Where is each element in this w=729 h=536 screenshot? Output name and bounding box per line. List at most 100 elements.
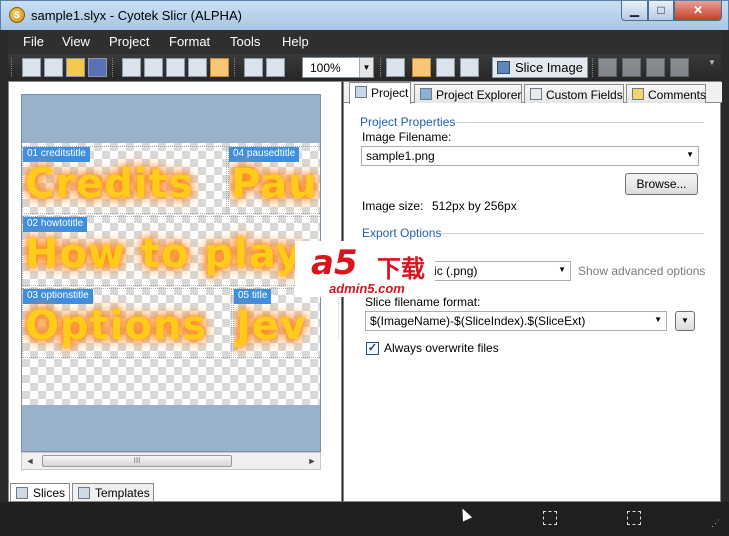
scrollbar-thumb[interactable]: III [42, 455, 232, 467]
tab-templates[interactable]: Templates [72, 483, 154, 502]
menu-project[interactable]: Project [109, 34, 149, 49]
slice-region[interactable]: 01 creditstitle Credits [22, 146, 227, 214]
slice-image-button[interactable]: Slice Image [492, 57, 588, 78]
slice-region[interactable]: 05 title Jev [233, 288, 320, 358]
toolbar-overflow-icon[interactable]: ▼ [708, 58, 718, 77]
image-size-value: 512px by 256px [432, 199, 517, 213]
browse-button[interactable]: Browse... [625, 173, 698, 195]
show-advanced-options-link[interactable]: Show advanced options [578, 264, 705, 278]
image-view-icon[interactable] [122, 58, 141, 77]
tab-project-explorer[interactable]: Project Explorer [414, 84, 522, 103]
chevron-down-icon[interactable]: ▼ [558, 265, 566, 274]
title-bar: S sample1.slyx - Cyotek Slicr (ALPHA) ▁ … [0, 0, 729, 30]
move-right-icon[interactable] [670, 58, 689, 77]
zoom-fit-icon[interactable] [266, 58, 285, 77]
properties-tab-strip: Project Project Explorer Custom Fields C… [344, 82, 722, 104]
slices-icon [16, 487, 28, 499]
image-size-label: Image size: [362, 199, 424, 213]
slice-tag: 05 title [234, 289, 272, 304]
slice-filename-format-value: $(ImageName)-$(SliceIndex).$(SliceExt) [370, 314, 586, 328]
tab-custom-fields[interactable]: Custom Fields [524, 84, 624, 103]
minimize-button[interactable]: ▁ [621, 1, 648, 21]
slice-art: Options [25, 303, 208, 349]
overwrite-checkbox[interactable]: ✓ [366, 342, 379, 355]
divider [454, 122, 704, 123]
toolbar-grip[interactable] [11, 58, 13, 77]
slice-view-icon[interactable] [144, 58, 163, 77]
explorer-icon [420, 88, 432, 100]
menu-format[interactable]: Format [169, 34, 210, 49]
menu-help[interactable]: Help [282, 34, 309, 49]
image-canvas[interactable]: 01 creditstitle Credits 04 pausedtitle P… [21, 94, 321, 452]
slice-region[interactable]: 02 howtotitle How to play [22, 216, 320, 286]
pencil-icon [530, 88, 542, 100]
app-icon: S [9, 7, 25, 23]
horizontal-scrollbar[interactable]: ◄ III ► [21, 452, 321, 470]
menu-bar: File View Project Format Tools Help [8, 30, 721, 54]
image-filename-select[interactable]: sample1.png ▼ [361, 146, 699, 166]
toolbar-separator [112, 58, 114, 77]
watermark-logo: a5 下载 admin5.com [295, 241, 435, 297]
slice-tag: 01 creditstitle [23, 147, 90, 162]
tab-label: Slices [33, 486, 66, 500]
maximize-button[interactable]: □ [648, 1, 674, 21]
divider [440, 233, 704, 234]
zoom-in-icon[interactable] [244, 58, 263, 77]
menu-view[interactable]: View [62, 34, 90, 49]
save-icon[interactable] [88, 58, 107, 77]
edit-file-icon[interactable] [44, 58, 63, 77]
move-up-icon[interactable] [598, 58, 617, 77]
toolbar-grip[interactable] [380, 58, 382, 77]
toolbar-separator [234, 58, 236, 77]
scroll-left-icon[interactable]: ◄ [22, 453, 38, 469]
tab-label: Project Explorer [436, 88, 522, 102]
chevron-down-icon[interactable]: ▼ [654, 315, 662, 324]
canvas-pane: 01 creditstitle Credits 04 pausedtitle P… [8, 81, 342, 502]
scroll-right-icon[interactable]: ► [304, 453, 320, 469]
watermark-url: admin5.com [329, 281, 405, 296]
frame-view-icon[interactable] [166, 58, 185, 77]
draw-slice-icon[interactable] [436, 58, 455, 77]
overwrite-label: Always overwrite files [384, 341, 499, 355]
background-view-icon[interactable] [188, 58, 207, 77]
open-folder-icon[interactable] [66, 58, 85, 77]
tab-label: Custom Fields [546, 88, 623, 102]
status-bar: ⋰ [0, 502, 729, 536]
toolbar: 100% ▼ Slice Image ▼ [8, 54, 721, 81]
toolbar-grip[interactable] [592, 58, 594, 77]
watermark-brand: a5 [311, 243, 358, 283]
format-tokens-button[interactable]: ▼ [675, 311, 695, 331]
edit-slice-icon[interactable] [460, 58, 479, 77]
close-button[interactable]: ✕ [674, 1, 722, 21]
image-filename-value: sample1.png [366, 149, 435, 163]
new-file-icon[interactable] [22, 58, 41, 77]
zoom-select[interactable]: 100% ▼ [302, 57, 374, 78]
chevron-down-icon[interactable]: ▼ [359, 58, 373, 77]
tab-comments[interactable]: Comments [626, 84, 706, 103]
move-down-icon[interactable] [622, 58, 641, 77]
menu-file[interactable]: File [23, 34, 44, 49]
project-icon [355, 86, 367, 98]
tab-label: Comments [648, 88, 707, 102]
move-left-icon[interactable] [646, 58, 665, 77]
slice-art: Credits [25, 161, 194, 207]
slice-region[interactable]: 03 optionstitle Options [22, 288, 232, 358]
image-filename-label: Image Filename: [362, 130, 452, 144]
pointer-tool-icon[interactable] [412, 58, 431, 77]
grid-icon[interactable] [210, 58, 229, 77]
tab-label: Project [371, 86, 409, 100]
zoom-value: 100% [310, 61, 341, 75]
tab-slices[interactable]: Slices [10, 483, 70, 502]
chevron-down-icon[interactable]: ▼ [686, 150, 694, 159]
slice-filename-format-select[interactable]: $(ImageName)-$(SliceIndex).$(SliceExt) ▼ [365, 311, 667, 331]
project-properties-heading: Project Properties [360, 115, 456, 129]
tab-project[interactable]: Project [349, 82, 411, 104]
menu-tools[interactable]: Tools [230, 34, 260, 49]
bottom-tab-strip: Slices Templates [8, 483, 342, 503]
resize-grip-icon[interactable]: ⋰ [711, 518, 723, 530]
tab-label: Templates [95, 486, 150, 500]
select-tool-icon[interactable] [386, 58, 405, 77]
export-options-heading: Export Options [362, 226, 442, 240]
selection-size-icon [543, 511, 557, 525]
slice-region[interactable]: 04 pausedtitle Pau [228, 146, 320, 214]
